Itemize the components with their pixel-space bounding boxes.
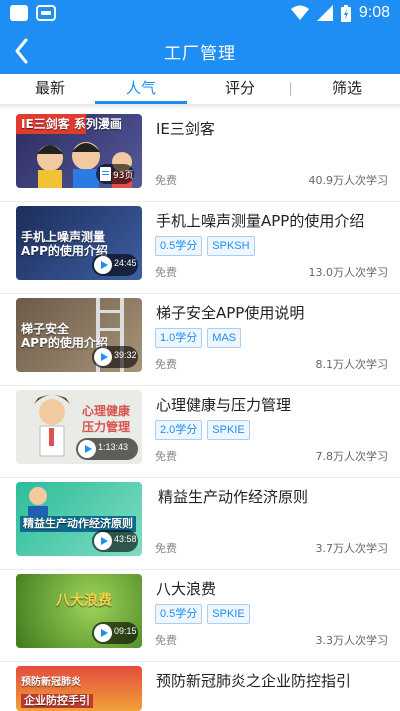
status-left-icons	[10, 5, 56, 21]
credit-tag: 0.5学分	[155, 604, 203, 624]
course-thumbnail: 精益生产动作经济原则 43:58	[16, 482, 142, 556]
video-duration: 39:32	[114, 350, 137, 360]
course-learners: 3.7万人次学习	[315, 542, 389, 555]
course-learners: 8.1万人次学习	[315, 358, 389, 371]
course-title: IE三剑客	[156, 120, 215, 138]
course-price: 免费	[155, 358, 177, 371]
thumbnail-caption: 梯子安全	[21, 322, 70, 336]
play-icon	[78, 440, 96, 458]
video-duration-badge: 09:15	[92, 622, 138, 644]
play-icon	[94, 532, 112, 550]
course-learners: 13.0万人次学习	[308, 266, 389, 279]
video-duration: 43:58	[114, 534, 137, 544]
course-thumbnail: 心理健康 压力管理 1:13:43	[16, 390, 142, 464]
course-learners: 3.3万人次学习	[315, 634, 389, 647]
gamepad-icon	[36, 5, 56, 21]
play-icon	[94, 348, 112, 366]
course-item[interactable]: 梯子安全 APP的使用介绍 39:32 梯子安全APP使用说明 1.0学分 MA…	[0, 294, 400, 386]
course-price: 免费	[155, 174, 177, 187]
course-title: 预防新冠肺炎之企业防控指引	[156, 672, 352, 690]
course-item[interactable]: 预防新冠肺炎 企业防控手引 预防新冠肺炎之企业防控指引	[0, 662, 400, 711]
course-item[interactable]: 心理健康 压力管理 1:13:43 心理健康与压力管理 2.0学分 SPKIE …	[0, 386, 400, 478]
tab-bar: 最新 人气 评分 筛选	[0, 74, 400, 104]
page-title: 工厂管理	[164, 44, 236, 64]
tab-latest[interactable]: 最新	[0, 77, 100, 98]
signal-icon	[316, 5, 333, 21]
page-count: 93页	[113, 171, 134, 181]
notification-square-icon	[10, 5, 28, 21]
course-title: 精益生产动作经济原则	[158, 488, 309, 506]
course-thumbnail: 梯子安全 APP的使用介绍 39:32	[16, 298, 142, 372]
tab-filter[interactable]: 筛选	[297, 77, 397, 98]
credit-tag: 0.5学分	[155, 236, 203, 256]
course-title: 梯子安全APP使用说明	[156, 304, 305, 322]
tab-rating[interactable]: 评分	[190, 77, 290, 98]
battery-icon	[340, 4, 351, 22]
course-learners: 7.8万人次学习	[315, 450, 389, 463]
thumbnail-caption: 八大浪费	[56, 593, 112, 609]
course-thumbnail: 手机上噪声测量 APP的使用介绍 24:45	[16, 206, 142, 280]
page-count-badge: 93页	[96, 164, 134, 184]
course-price: 免费	[155, 450, 177, 463]
category-tag: SPKIE	[207, 420, 250, 440]
thumbnail-caption: 企业防控手引	[21, 694, 93, 708]
category-tag: SPKIE	[207, 604, 250, 624]
thumbnail-caption: IE三剑客 系列漫画	[21, 117, 122, 131]
course-item[interactable]: 精益生产动作经济原则 43:58 精益生产动作经济原则 免费 3.7万人次学习	[0, 478, 400, 570]
category-tag: MAS	[207, 328, 242, 348]
credit-tag: 2.0学分	[155, 420, 203, 440]
status-right-icons: 9:08	[290, 4, 390, 22]
course-price: 免费	[155, 634, 177, 647]
course-title: 手机上噪声测量APP的使用介绍	[156, 212, 365, 230]
clock: 9:08	[358, 4, 390, 21]
course-price: 免费	[155, 542, 177, 555]
video-duration-badge: 24:45	[92, 254, 138, 276]
play-icon	[94, 256, 112, 274]
course-tags: 0.5学分 SPKIE	[155, 604, 250, 624]
status-bar: 9:08	[0, 0, 400, 28]
course-title: 八大浪费	[156, 580, 217, 598]
document-icon	[100, 167, 111, 181]
thumbnail-caption: 手机上噪声测量	[21, 230, 106, 244]
video-duration-badge: 1:13:43	[76, 438, 138, 460]
video-duration: 09:15	[114, 626, 137, 636]
category-tag: SPKSH	[207, 236, 255, 256]
course-tags: 2.0学分 SPKIE	[155, 420, 250, 440]
course-item[interactable]: 手机上噪声测量 APP的使用介绍 24:45 手机上噪声测量APP的使用介绍 0…	[0, 202, 400, 294]
course-thumbnail: 预防新冠肺炎 企业防控手引	[16, 666, 142, 711]
course-item[interactable]: 八大浪费 09:15 八大浪费 0.5学分 SPKIE 免费 3.3万人次学习	[0, 570, 400, 662]
course-thumbnail: 八大浪费 09:15	[16, 574, 142, 648]
wifi-icon	[290, 5, 309, 20]
tab-divider	[290, 82, 291, 96]
video-duration: 1:13:43	[98, 442, 129, 452]
thumbnail-caption: 压力管理	[82, 420, 131, 434]
course-tags: 0.5学分 SPKSH	[155, 236, 255, 256]
video-duration-badge: 43:58	[92, 530, 138, 552]
course-price: 免费	[155, 266, 177, 279]
thumbnail-caption: 心理健康	[82, 404, 131, 418]
credit-tag: 1.0学分	[155, 328, 203, 348]
course-title: 心理健康与压力管理	[156, 396, 292, 414]
thumbnail-caption: 预防新冠肺炎	[21, 677, 81, 688]
course-thumbnail: IE三剑客 系列漫画 93页	[16, 114, 142, 188]
play-icon	[94, 624, 112, 642]
course-learners: 40.9万人次学习	[308, 174, 389, 187]
course-item[interactable]: IE三剑客 系列漫画 93页 IE三剑客 免费 40.9万人次学习	[0, 110, 400, 202]
course-tags: 1.0学分 MAS	[155, 328, 242, 348]
title-bar: 工厂管理	[0, 28, 400, 74]
video-duration: 24:45	[114, 258, 137, 268]
video-duration-badge: 39:32	[92, 346, 138, 368]
tab-popular[interactable]: 人气	[91, 77, 191, 98]
